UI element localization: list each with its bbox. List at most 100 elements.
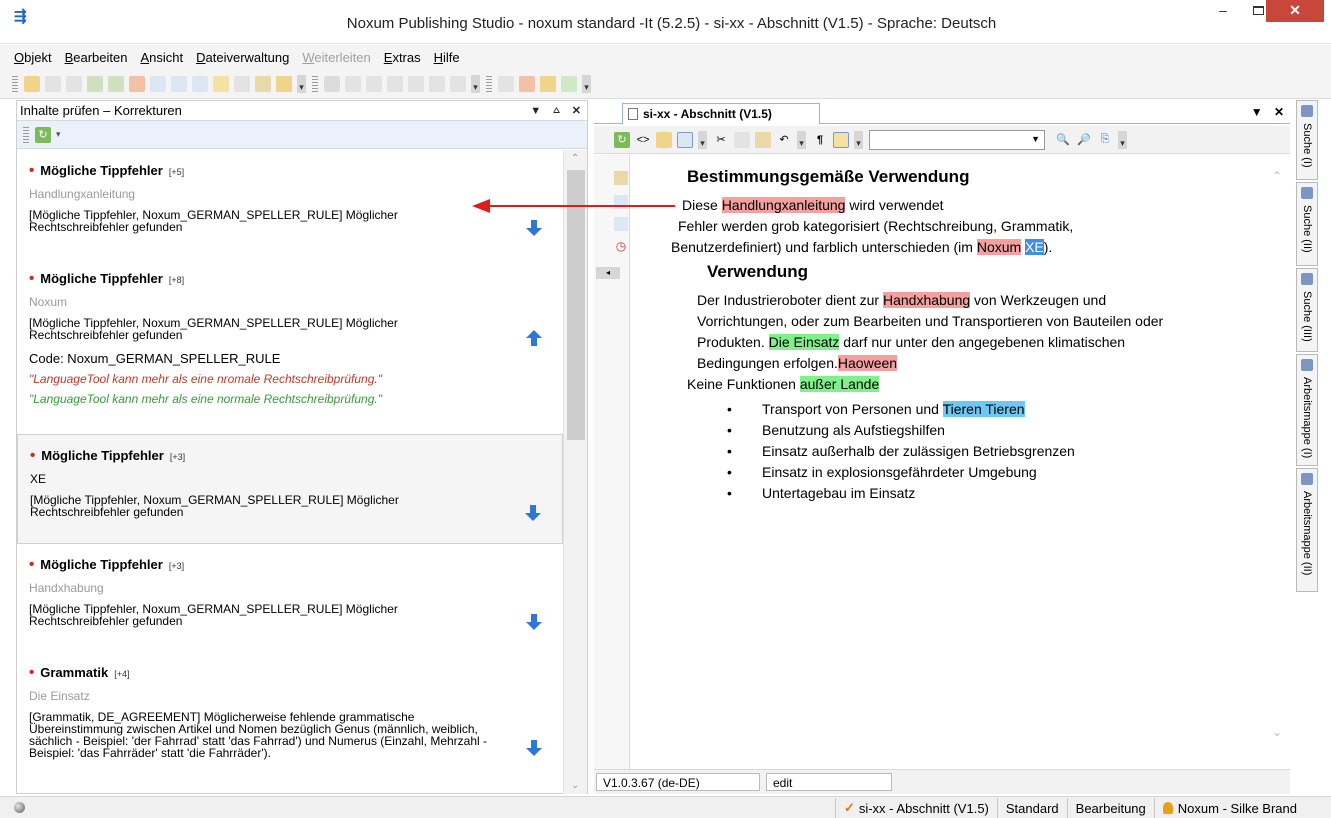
scroll-down-icon[interactable]: ⌄ xyxy=(571,780,579,791)
search-select[interactable]: ▼ xyxy=(869,129,1045,150)
timer-icon[interactable]: ◷ xyxy=(614,239,628,253)
document-tab[interactable]: si-xx - Abschnitt (V1.5) xyxy=(622,103,820,124)
structure-icon[interactable] xyxy=(614,171,628,185)
spelling-highlight[interactable]: Handlungxanleitung xyxy=(721,197,846,213)
minimize-button[interactable]: – xyxy=(1207,0,1239,22)
down-arrow-icon[interactable] xyxy=(525,614,543,630)
down-arrow-icon[interactable] xyxy=(525,220,543,236)
scroll-thumb[interactable] xyxy=(567,170,585,440)
spelling-highlight[interactable]: Noxum xyxy=(976,239,1022,255)
upload-icon[interactable] xyxy=(345,75,361,92)
scroll-up-icon[interactable]: ⌃ xyxy=(1272,169,1282,183)
open-version-icon[interactable] xyxy=(66,75,82,92)
translate-icon[interactable] xyxy=(366,75,382,92)
copy-object-icon[interactable] xyxy=(87,75,103,92)
document-editor[interactable]: Bestimmungsgemäße Verwendung Diese Handl… xyxy=(631,155,1271,769)
workflow-icon[interactable] xyxy=(276,75,292,92)
open-object-icon[interactable] xyxy=(45,75,61,92)
corrections-toolbar-grip[interactable] xyxy=(23,126,29,143)
editor-scrollbar[interactable]: ⌃ ⌄ xyxy=(1270,155,1288,769)
side-tab-search-2[interactable]: Suche (II) xyxy=(1296,182,1318,266)
toolbar-overflow-1[interactable]: ▾ xyxy=(297,74,306,93)
status-document[interactable]: ✓ si-xx - Abschnitt (V1.5) xyxy=(834,798,997,818)
issue-item-selected[interactable]: • Mögliche Tippfehler [+3] XE [Mögliche … xyxy=(17,434,563,544)
corrections-overflow-icon[interactable]: ▾ xyxy=(56,129,61,140)
menu-bearbeiten[interactable]: Bearbeiten xyxy=(65,50,128,65)
spelling-highlight[interactable]: Haoween xyxy=(837,355,898,371)
editor-overflow-2[interactable]: ▾ xyxy=(797,130,806,149)
issue-item[interactable]: • Grammatik [+4] Die Einsatz [Grammatik,… xyxy=(17,652,563,792)
export-icon[interactable] xyxy=(324,75,340,92)
toolbar-overflow-3[interactable]: ▾ xyxy=(582,74,591,93)
down-arrow-icon[interactable] xyxy=(525,740,543,756)
undo-icon[interactable]: ↶ xyxy=(776,132,792,148)
refresh-check-icon[interactable]: ↻ xyxy=(614,131,630,148)
check-content-icon[interactable] xyxy=(561,75,577,92)
editor-overflow-4[interactable]: ▾ xyxy=(1118,130,1127,149)
pane-close-icon[interactable]: ✕ xyxy=(572,104,581,117)
toolbar-overflow-2[interactable]: ▾ xyxy=(471,74,480,93)
toolbar-grip-2[interactable] xyxy=(312,75,318,92)
report-icon[interactable] xyxy=(519,75,535,92)
publish-icon[interactable] xyxy=(408,75,424,92)
new-object-icon[interactable] xyxy=(24,75,40,92)
paste-icon[interactable] xyxy=(755,131,771,148)
side-tab-search-3[interactable]: Suche (III) xyxy=(1296,268,1318,352)
side-toolbar-overflow[interactable]: ◂ xyxy=(596,267,620,279)
side-tab-search-1[interactable]: Suche (I) xyxy=(1296,100,1318,180)
paragraph-marks-icon[interactable]: ¶ xyxy=(812,132,828,148)
issue-item[interactable]: • Mögliche Tippfehler [+8] Noxum [Möglic… xyxy=(17,258,563,434)
pane-menu-icon[interactable]: ▼ xyxy=(530,105,541,117)
page-view-icon[interactable] xyxy=(677,131,693,148)
tags-icon[interactable]: <> xyxy=(635,132,651,148)
replace-icon[interactable]: ⎘ xyxy=(1097,132,1113,148)
checkin-icon[interactable] xyxy=(234,75,250,92)
move-object-icon[interactable] xyxy=(108,75,124,92)
find-icon[interactable]: 🔍 xyxy=(1055,132,1071,148)
issue-item[interactable]: • Mögliche Tippfehler [+5] Handlungxanle… xyxy=(17,150,563,258)
editor-overflow-3[interactable]: ▾ xyxy=(854,130,863,149)
menu-hilfe[interactable]: Hilfe xyxy=(434,50,460,65)
menu-extras[interactable]: Extras xyxy=(384,50,421,65)
pin-icon[interactable]: ⩟ xyxy=(553,104,560,117)
editor-overflow-1[interactable]: ▾ xyxy=(698,130,707,149)
toolbar-grip[interactable] xyxy=(12,75,18,92)
side-tab-workbook-2[interactable]: Arbeitsmappe (II) xyxy=(1296,468,1318,592)
grammar-highlight[interactable]: außer Lande xyxy=(799,376,880,392)
highlight-icon[interactable] xyxy=(833,131,849,148)
properties-icon[interactable] xyxy=(150,75,166,92)
archive-icon[interactable] xyxy=(450,75,466,92)
menu-weiterleiten[interactable]: Weiterleiten xyxy=(302,50,370,65)
menu-objekt[interactable]: Objekt xyxy=(14,50,52,65)
close-button[interactable]: ✕ xyxy=(1266,0,1324,22)
scroll-down-icon[interactable]: ⌄ xyxy=(1272,725,1282,739)
side-tab-workbook-1[interactable]: Arbeitsmappe (I) xyxy=(1296,354,1318,466)
history-icon[interactable] xyxy=(171,75,187,92)
toolbar-grip-3[interactable] xyxy=(486,75,492,92)
copy-icon[interactable] xyxy=(734,131,750,148)
link-icon[interactable] xyxy=(192,75,208,92)
menu-ansicht[interactable]: Ansicht xyxy=(140,50,183,65)
grammar-highlight[interactable]: Die Einsatz xyxy=(768,334,840,350)
cut-icon[interactable]: ✂ xyxy=(713,132,729,148)
custom-highlight[interactable]: Tieren Tieren xyxy=(942,401,1025,417)
notes-icon[interactable] xyxy=(540,75,556,92)
edit-icon[interactable] xyxy=(213,75,229,92)
compare-icon[interactable] xyxy=(387,75,403,92)
spelling-highlight[interactable]: Handxhabung xyxy=(882,292,971,308)
delete-object-icon[interactable] xyxy=(129,75,145,92)
tab-close-icon[interactable]: ✕ xyxy=(1274,105,1284,119)
tree-icon[interactable] xyxy=(614,195,628,209)
issue-item[interactable]: • Mögliche Tippfehler [+3] Handxhabung [… xyxy=(17,544,563,652)
macro-icon[interactable] xyxy=(498,75,514,92)
menu-dateiverwaltung[interactable]: Dateiverwaltung xyxy=(196,50,289,65)
issue-list-scrollbar[interactable]: ⌃ ⌄ xyxy=(563,150,587,794)
outline-icon[interactable] xyxy=(614,217,628,231)
down-arrow-icon[interactable] xyxy=(524,505,542,521)
corrected-sentence[interactable]: "LanguageTool kann mehr als eine normale… xyxy=(29,392,553,406)
refresh-check-icon[interactable]: ↻ xyxy=(35,126,51,143)
up-arrow-icon[interactable] xyxy=(525,330,543,346)
scroll-up-icon[interactable]: ⌃ xyxy=(571,153,579,164)
insert-element-icon[interactable] xyxy=(656,131,672,148)
custom-highlight[interactable]: XE xyxy=(1025,239,1044,255)
